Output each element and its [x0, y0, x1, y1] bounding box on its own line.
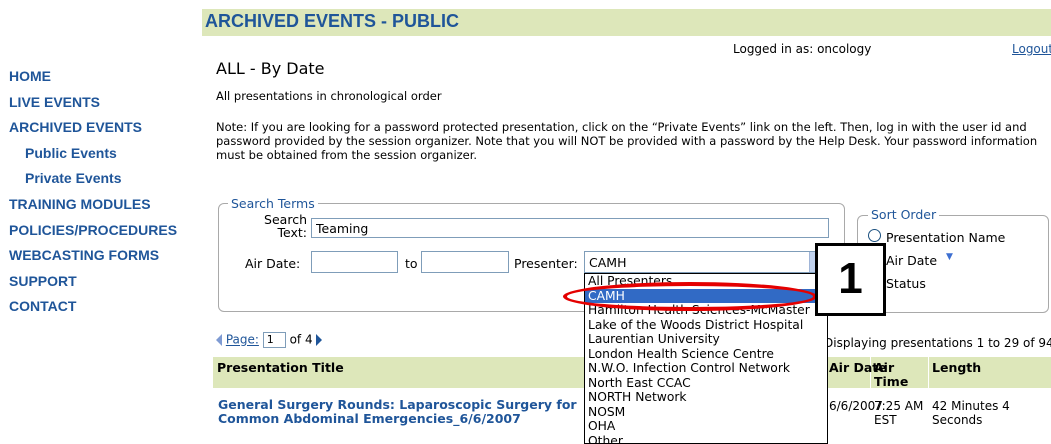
search-text-label-line2: Text:	[277, 225, 308, 240]
nav-live-events[interactable]: LIVE EVENTS	[0, 90, 200, 116]
presentation-length: 42 Minutes 4 Seconds	[932, 399, 1010, 427]
nav-contact[interactable]: CONTACT	[0, 294, 200, 320]
presenter-option[interactable]: North East CCAC	[585, 376, 827, 391]
results-count: Displaying presentations 1 to 29 of 94	[824, 336, 1051, 350]
presenter-select[interactable]: CAMH ▼	[584, 251, 828, 273]
column-header-title[interactable]: Presentation Title	[217, 361, 344, 375]
sort-by-status-label[interactable]: Status	[886, 276, 926, 291]
presenter-option[interactable]: N.W.O. Infection Control Network	[585, 361, 827, 376]
login-status: Logged in as: oncology	[733, 42, 872, 56]
presenter-selected-value: CAMH	[589, 255, 627, 270]
nav-training-modules[interactable]: TRAINING MODULES	[0, 192, 200, 218]
nav-private-events[interactable]: Private Events	[0, 166, 200, 192]
previous-page-icon[interactable]	[216, 334, 222, 346]
nav-archived-events[interactable]: ARCHIVED EVENTS	[0, 115, 200, 141]
search-terms-legend: Search Terms	[228, 196, 318, 211]
nav-home[interactable]: HOME	[0, 64, 200, 90]
presenter-label: Presenter:	[514, 256, 578, 271]
nav-policies-procedures[interactable]: POLICIES/PROCEDURES	[0, 218, 200, 244]
sort-by-name-radio[interactable]	[868, 229, 881, 242]
presenter-option[interactable]: Laurentian University	[585, 332, 827, 347]
presentation-air-time-line2: EST	[874, 413, 897, 427]
column-header-air-time-line1: Air	[874, 360, 895, 375]
air-date-label: Air Date:	[245, 256, 301, 271]
column-header-air-time[interactable]: Air Time	[874, 361, 908, 389]
presentation-title-line1: General Surgery Rounds: Laparoscopic Sur…	[218, 397, 577, 412]
presentation-air-time-line1: 7:25 AM	[874, 399, 924, 413]
logout-link[interactable]: Logout	[1012, 42, 1051, 56]
presentation-title-line2: Common Abdominal Emergencies_6/6/2007	[218, 411, 521, 426]
nav-support[interactable]: SUPPORT	[0, 269, 200, 295]
left-nav: HOME LIVE EVENTS ARCHIVED EVENTS Public …	[0, 64, 200, 320]
pagination: Page: 1 of 4	[216, 332, 323, 348]
presentation-title-link[interactable]: General Surgery Rounds: Laparoscopic Sur…	[218, 398, 577, 426]
presenter-option[interactable]: NORTH Network	[585, 390, 827, 405]
sort-by-name-label: Presentation Name	[886, 230, 1006, 245]
air-date-to-label: to	[405, 256, 418, 271]
air-date-to-input[interactable]	[421, 251, 509, 273]
sort-order-legend: Sort Order	[868, 207, 940, 222]
presentation-length-line1: 42 Minutes 4	[932, 399, 1010, 413]
sort-by-date-label[interactable]: Air Date	[886, 253, 937, 268]
presenter-option[interactable]: OHA	[585, 419, 827, 434]
highlight-ellipse	[563, 282, 817, 311]
presentation-length-line2: Seconds	[932, 413, 983, 427]
sort-descending-icon: ▼	[946, 252, 953, 262]
page-label-link[interactable]: Page:	[226, 333, 259, 347]
presenter-option[interactable]: NOSM	[585, 405, 827, 420]
search-text-input[interactable]	[311, 218, 829, 238]
page-count: of 4	[289, 332, 313, 347]
nav-webcasting-forms[interactable]: WEBCASTING FORMS	[0, 243, 200, 269]
page-title: ALL - By Date	[216, 59, 325, 78]
presenter-option[interactable]: London Health Science Centre	[585, 347, 827, 362]
column-header-air-time-line2: Time	[874, 374, 909, 389]
column-header-length[interactable]: Length	[932, 361, 981, 375]
password-note: Note: If you are looking for a password …	[216, 120, 1038, 162]
next-page-icon[interactable]	[316, 334, 323, 346]
page-number-input[interactable]: 1	[262, 332, 286, 348]
column-divider	[928, 357, 929, 388]
callout-number-box: 1	[815, 243, 886, 316]
search-text-label: Search Text:	[255, 213, 307, 239]
nav-public-events[interactable]: Public Events	[0, 141, 200, 167]
presenter-option[interactable]: Lake of the Woods District Hospital	[585, 318, 827, 333]
page-banner: ARCHIVED EVENTS - PUBLIC	[205, 11, 460, 31]
page-subtitle: All presentations in chronological order	[216, 89, 442, 103]
presentation-air-time: 7:25 AM EST	[874, 399, 923, 427]
air-date-from-input[interactable]	[311, 251, 398, 273]
presenter-option[interactable]: Other	[585, 434, 827, 444]
